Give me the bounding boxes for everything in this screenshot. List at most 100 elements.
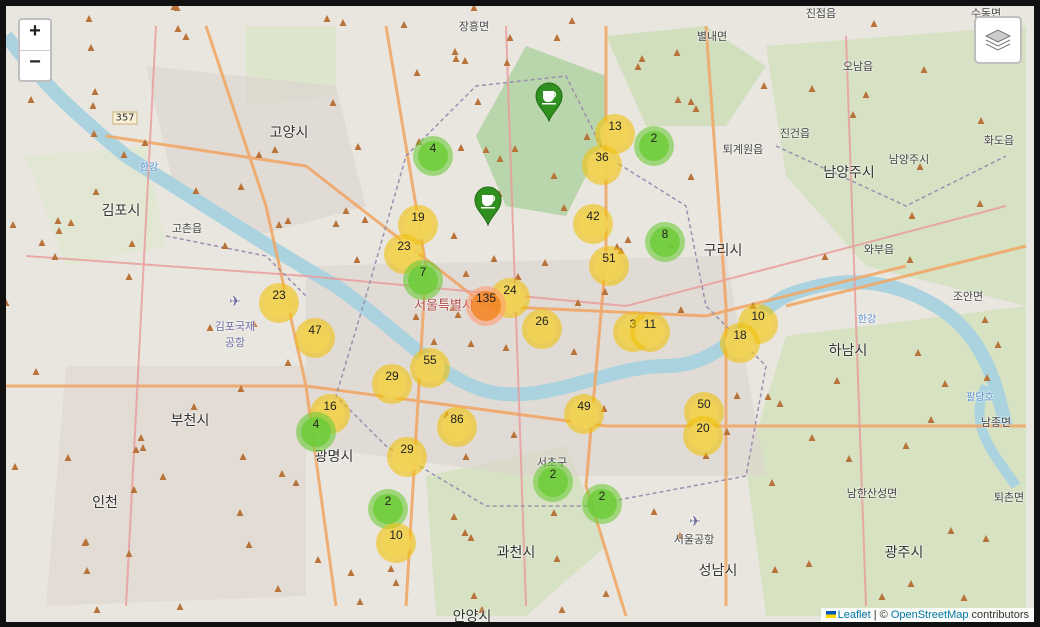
map-frame: 고양시 김포시 남양주시 구리시 하남시 부천시 광명시 인천 과천시 성남시 광주시 안양시 서울특별… — [0, 0, 1040, 627]
peak-icon — [347, 569, 355, 576]
marker-cluster[interactable]: 18 — [720, 323, 760, 363]
marker-cluster[interactable]: 29 — [372, 364, 412, 404]
place-label-gochon: 고촌읍 — [171, 222, 203, 235]
marker-cluster[interactable]: 29 — [387, 437, 427, 477]
cluster-count: 2 — [373, 494, 403, 524]
marker-cluster[interactable]: 23 — [259, 283, 299, 323]
layers-control-button[interactable] — [974, 16, 1022, 64]
place-label-byeollae: 별내면 — [696, 30, 728, 43]
place-label-waebu: 와부읍 — [863, 243, 895, 256]
place-label-goyang: 고양시 — [269, 125, 309, 141]
marker-cluster[interactable]: 2 — [634, 126, 674, 166]
marker-cluster[interactable]: 47 — [295, 318, 335, 358]
ukraine-flag-icon — [825, 611, 836, 618]
cluster-count: 42 — [578, 209, 608, 239]
peak-icon — [125, 273, 133, 280]
marker-cluster[interactable]: 7 — [403, 260, 443, 300]
peak-icon — [602, 590, 610, 597]
place-label-toechon: 퇴촌면 — [993, 491, 1025, 504]
peak-icon — [450, 232, 458, 239]
marker-cluster[interactable]: 2 — [533, 462, 573, 502]
place-label-toegyewon: 퇴계원읍 — [722, 143, 764, 156]
airport-icon: ✈ — [229, 294, 241, 310]
peak-icon — [624, 236, 632, 243]
peak-icon — [206, 324, 214, 331]
cluster-count: 49 — [569, 399, 599, 429]
marker-cluster[interactable]: 26 — [522, 309, 562, 349]
place-label-gwacheon: 과천시 — [496, 545, 536, 561]
map-viewport[interactable]: 고양시 김포시 남양주시 구리시 하남시 부천시 광명시 인천 과천시 성남시 광주시 안양시 서울특별… — [6, 6, 1034, 622]
peak-icon — [400, 21, 408, 28]
marker-cluster[interactable]: 36 — [582, 145, 622, 185]
marker-cluster[interactable]: 10 — [376, 523, 416, 563]
peak-icon — [93, 606, 101, 613]
osm-link[interactable]: OpenStreetMap — [891, 609, 969, 621]
cluster-count: 29 — [377, 369, 407, 399]
zoom-in-button[interactable]: + — [20, 20, 50, 51]
place-label-jingeon: 진건읍 — [779, 127, 811, 140]
peak-icon — [451, 48, 459, 55]
peak-icon — [470, 6, 478, 11]
attribution-separator: | © — [870, 609, 891, 621]
peak-icon — [9, 221, 17, 228]
peak-icon — [11, 463, 19, 470]
marker-cluster[interactable]: 135 — [466, 286, 506, 326]
place-label-gimpo_airport: 김포국제 공항 — [214, 320, 256, 349]
coffee-cup-icon — [474, 186, 502, 227]
peak-icon — [314, 556, 322, 563]
cluster-count: 29 — [392, 442, 422, 472]
marker-cluster[interactable]: 8 — [645, 222, 685, 262]
zoom-out-button[interactable]: − — [20, 51, 50, 80]
place-label-paldang: 팔당호 — [966, 392, 994, 404]
cafe-marker-north[interactable] — [534, 82, 564, 123]
marker-cluster[interactable]: 51 — [589, 246, 629, 286]
zoom-control: + − — [18, 18, 52, 82]
marker-cluster[interactable]: 11 — [630, 312, 670, 352]
marker-cluster[interactable]: 86 — [437, 407, 477, 447]
marker-cluster[interactable]: 42 — [573, 204, 613, 244]
marker-cluster[interactable]: 4 — [296, 412, 336, 452]
peak-icon — [354, 143, 362, 150]
cluster-count: 135 — [471, 291, 501, 321]
marker-cluster[interactable]: 4 — [413, 136, 453, 176]
cluster-count: 2 — [538, 467, 568, 497]
cluster-count: 36 — [587, 150, 617, 180]
airport-icon: ✈ — [689, 514, 701, 530]
cafe-marker-center[interactable] — [473, 186, 503, 227]
place-label-gwangju: 광주시 — [884, 545, 924, 561]
cluster-count: 86 — [442, 412, 472, 442]
peak-icon — [91, 88, 99, 95]
peak-icon — [870, 20, 878, 27]
cluster-count: 55 — [415, 353, 445, 383]
place-label-seoul_airport: 서울공항 — [673, 533, 715, 546]
attribution-suffix: contributors — [968, 609, 1029, 621]
peak-icon — [558, 606, 566, 613]
cluster-count: 23 — [264, 288, 294, 318]
peak-icon — [392, 579, 400, 586]
cluster-count: 26 — [527, 314, 557, 344]
marker-cluster[interactable]: 2 — [582, 484, 622, 524]
place-label-joan: 조안면 — [952, 290, 984, 303]
cluster-count: 7 — [408, 265, 438, 295]
cluster-count: 2 — [639, 131, 669, 161]
leaflet-link[interactable]: Leaflet — [838, 609, 871, 621]
peak-icon — [87, 44, 95, 51]
cluster-count: 4 — [301, 417, 331, 447]
peak-icon — [51, 253, 59, 260]
marker-cluster[interactable]: 49 — [564, 394, 604, 434]
peak-icon — [353, 256, 361, 263]
peak-icon — [650, 508, 658, 515]
place-label-anyang: 안양시 — [452, 609, 492, 622]
place-label-namyangju_small: 남양주시 — [888, 153, 930, 166]
place-label-namhansanseong: 남한산성면 — [846, 487, 898, 500]
peak-icon — [503, 59, 511, 66]
place-label-namyangju: 남양주시 — [823, 165, 875, 181]
place-label-hanam_river: 한강 — [857, 314, 877, 326]
peak-icon — [182, 33, 190, 40]
coffee-cup-icon — [535, 82, 563, 123]
peak-icon — [323, 15, 331, 22]
marker-cluster[interactable]: 55 — [410, 348, 450, 388]
peak-icon — [284, 359, 292, 366]
marker-cluster[interactable]: 20 — [683, 416, 723, 456]
place-label-incheon: 인천 — [92, 495, 118, 511]
